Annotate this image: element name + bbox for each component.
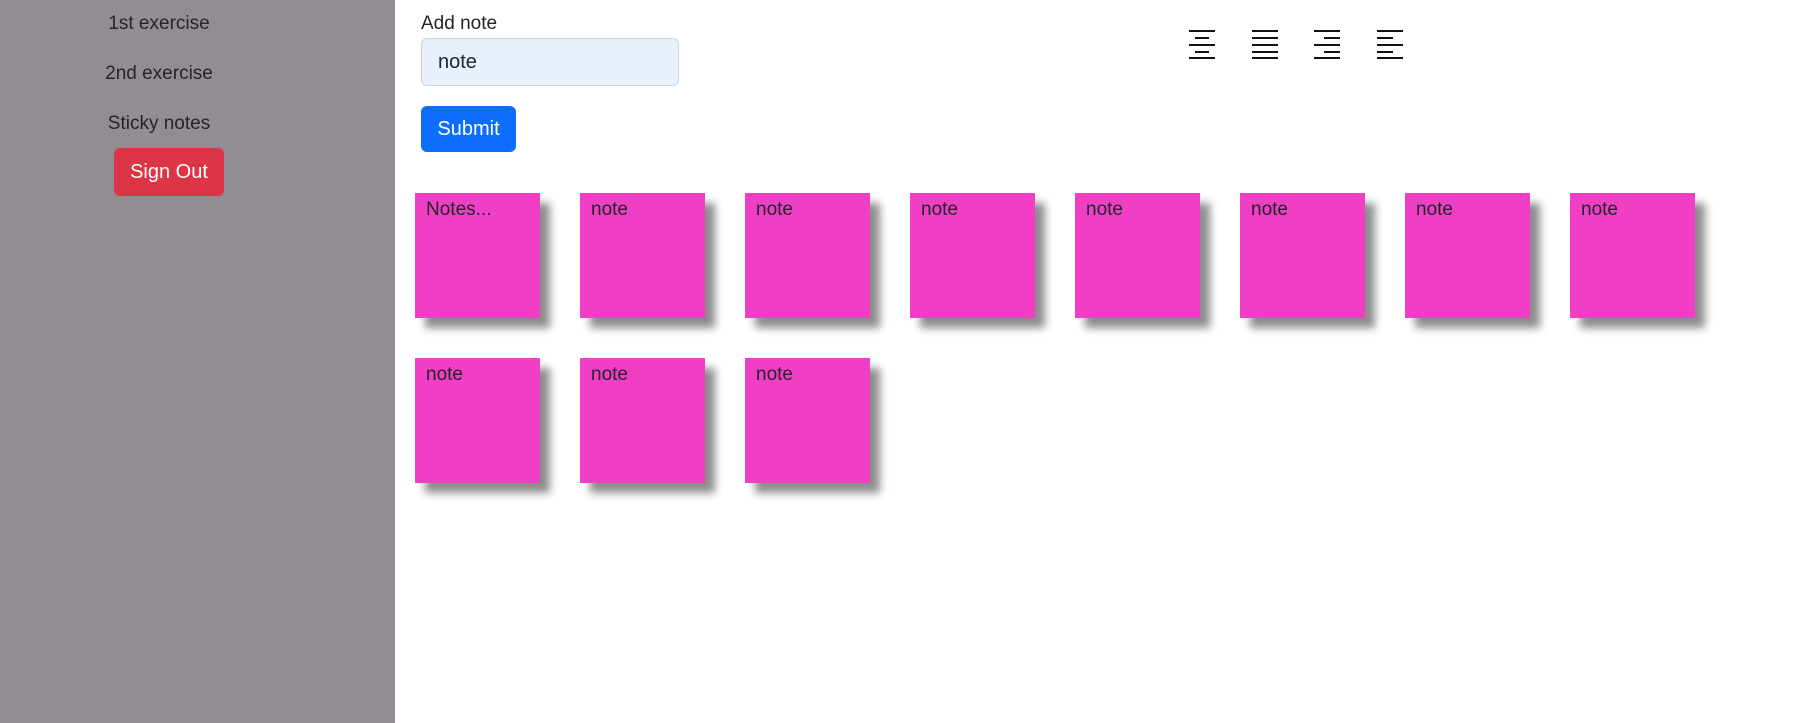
sticky-note[interactable]: note bbox=[415, 358, 540, 483]
sidebar-item-2nd-exercise[interactable]: 2nd exercise bbox=[0, 62, 318, 86]
align-left-button[interactable] bbox=[1375, 29, 1405, 59]
main-content: Add note Submit bbox=[395, 0, 1802, 723]
align-justify-icon bbox=[1252, 30, 1278, 59]
sticky-note[interactable]: note bbox=[745, 358, 870, 483]
align-left-icon bbox=[1377, 30, 1403, 59]
sidebar-item-1st-exercise[interactable]: 1st exercise bbox=[0, 12, 318, 36]
sticky-note[interactable]: note bbox=[1570, 193, 1695, 318]
align-center-button[interactable] bbox=[1187, 29, 1217, 59]
add-note-label: Add note bbox=[421, 13, 498, 34]
sign-out-button[interactable]: Sign Out bbox=[114, 148, 224, 196]
sidebar-item-sticky-notes[interactable]: Sticky notes bbox=[0, 112, 318, 136]
sticky-note[interactable]: note bbox=[910, 193, 1035, 318]
note-input[interactable] bbox=[421, 38, 679, 86]
align-right-icon bbox=[1314, 30, 1340, 59]
sticky-note[interactable]: note bbox=[1075, 193, 1200, 318]
sticky-note[interactable]: note bbox=[1405, 193, 1530, 318]
sidebar: 1st exercise 2nd exercise Sticky notes S… bbox=[0, 0, 395, 723]
sticky-note[interactable]: note bbox=[580, 193, 705, 318]
align-center-icon bbox=[1189, 30, 1215, 59]
sticky-note[interactable]: Notes... bbox=[415, 193, 540, 318]
sticky-note[interactable]: note bbox=[745, 193, 870, 318]
sticky-note[interactable]: note bbox=[580, 358, 705, 483]
align-right-button[interactable] bbox=[1312, 29, 1342, 59]
submit-button[interactable]: Submit bbox=[421, 106, 516, 152]
sticky-note[interactable]: note bbox=[1240, 193, 1365, 318]
align-justify-button[interactable] bbox=[1250, 29, 1280, 59]
